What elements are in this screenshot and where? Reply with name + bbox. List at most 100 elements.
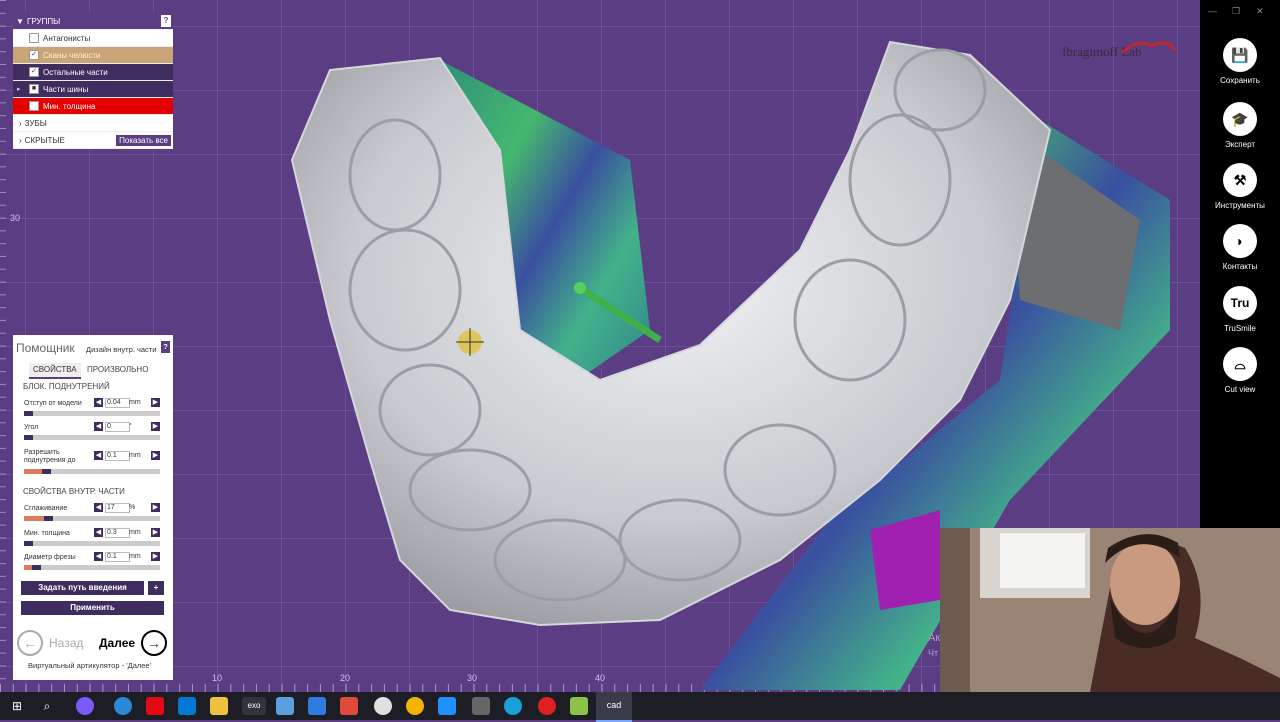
tool-save[interactable]: 💾 Сохранить (1200, 38, 1280, 85)
group-item-label: Части шины (43, 84, 89, 94)
chrome-icon[interactable] (406, 697, 424, 715)
checkbox[interactable] (29, 33, 39, 43)
chevron-right-icon[interactable]: ▶ (151, 528, 160, 537)
teeth-section[interactable]: › ЗУБЫ (13, 115, 173, 132)
param-slider[interactable] (24, 435, 160, 440)
param-unit: mm (129, 399, 141, 406)
app-icon[interactable] (438, 697, 456, 715)
group-item-splint-parts[interactable]: ▸ ■ Части шины (13, 81, 173, 98)
edge-icon[interactable] (504, 697, 522, 715)
helper-title: Помощник (16, 341, 75, 355)
set-insertion-path-button[interactable]: Задать путь введения (21, 581, 144, 595)
param-slider[interactable] (24, 411, 160, 416)
param-unit: % (129, 504, 136, 511)
hidden-section[interactable]: › СКРЫТЫЕ Показать все (13, 132, 173, 149)
checkbox-checked[interactable]: ✓ (29, 50, 39, 60)
checkbox-checked[interactable]: ✓ (29, 67, 39, 77)
taskbar-cad-active[interactable]: cad (596, 692, 632, 722)
chevron-left-icon[interactable]: ◀ (94, 528, 103, 537)
chevron-left-icon[interactable]: ◀ (94, 552, 103, 561)
param-value-input[interactable]: 17 (105, 503, 130, 513)
webcam-video (940, 528, 1280, 692)
param-smoothing: Сглаживание ◀ 17 % ▶ (24, 503, 164, 529)
calculator-icon[interactable] (472, 697, 490, 715)
tab-properties[interactable]: СВОЙСТВА (29, 363, 81, 379)
param-unit: mm (129, 529, 141, 536)
group-item-min-thickness[interactable]: Мин. толщина (13, 98, 173, 115)
param-slider[interactable] (24, 516, 160, 521)
tool-instruments[interactable]: ⚒ Инструменты (1200, 163, 1280, 210)
exo-app-icon[interactable]: exo (242, 697, 266, 715)
param-value-input[interactable]: 0.1 (105, 451, 130, 461)
param-value-input[interactable]: 0.3 (105, 528, 130, 538)
param-label: Отступ от модели (24, 400, 82, 407)
taskbar: ⊞ ⌕ exo cad (0, 692, 1280, 722)
show-all-button[interactable]: Показать все (116, 134, 171, 146)
yandex-icon[interactable] (538, 697, 556, 715)
param-unit: ° (129, 423, 132, 430)
checkbox-partial[interactable]: ■ (29, 84, 39, 94)
checkbox[interactable] (29, 101, 39, 111)
help-button[interactable]: ? (161, 15, 171, 27)
group-item-label: Сканы челюсти (43, 50, 101, 60)
groups-title: ГРУППЫ (27, 16, 61, 26)
param-slider[interactable] (24, 541, 160, 546)
groups-header[interactable]: ▼ ГРУППЫ ? (13, 13, 173, 30)
chevron-right-icon[interactable]: ▶ (151, 422, 160, 431)
chevron-left-icon[interactable]: ◀ (94, 422, 103, 431)
param-label: Мин. толщина (24, 530, 70, 537)
chevron-right-icon[interactable]: ▸ (17, 85, 29, 93)
param-label: Диаметр фрезы (24, 554, 76, 561)
minimize-icon[interactable]: — (1208, 6, 1217, 16)
netflix-icon[interactable] (146, 697, 164, 715)
photos-icon[interactable] (340, 697, 358, 715)
windows-start-icon[interactable]: ⊞ (8, 697, 26, 715)
param-angle: Угол ◀ 0 ° ▶ (24, 422, 164, 448)
next-button[interactable]: Далее → (99, 630, 168, 656)
cortana-icon[interactable] (76, 697, 94, 715)
search-icon[interactable]: ⌕ (38, 697, 56, 715)
group-item-other-parts[interactable]: ✓ Остальные части (13, 64, 173, 81)
app-icon[interactable] (308, 697, 326, 715)
param-offset: Отступ от модели ◀ 0.04 mm ▶ (24, 398, 164, 424)
tab-freeform[interactable]: ПРОИЗВОЛЬНО (83, 363, 152, 377)
apply-button[interactable]: Применить (21, 601, 164, 615)
section-inner-part-properties: СВОЙСТВА ВНУТР. ЧАСТИ (23, 487, 125, 496)
chevron-right-icon[interactable]: ▶ (151, 552, 160, 561)
tool-label: Сохранить (1220, 76, 1260, 85)
param-value-input[interactable]: 0.04 (105, 398, 130, 408)
mail-icon[interactable] (178, 697, 196, 715)
chevron-left-icon[interactable]: ◀ (94, 503, 103, 512)
chevron-right-icon[interactable]: ▶ (151, 451, 160, 460)
restore-icon[interactable]: ❐ (1232, 6, 1240, 17)
tool-label: Эксперт (1224, 140, 1256, 149)
app-icon[interactable] (570, 697, 588, 715)
close-icon[interactable]: ✕ (1256, 6, 1264, 17)
chevron-right-icon[interactable]: ▶ (151, 398, 160, 407)
tool-contacts[interactable]: ◗ Контакты (1200, 224, 1280, 271)
back-button[interactable]: ← Назад (17, 630, 83, 656)
tool-trusmile[interactable]: Tru TruSmile (1200, 286, 1280, 333)
chevron-left-icon[interactable]: ◀ (94, 398, 103, 407)
param-value-input[interactable]: 0.1 (105, 552, 130, 562)
tool-label: TruSmile (1224, 324, 1256, 333)
app-icon[interactable] (114, 697, 132, 715)
help-button[interactable]: ? (161, 341, 170, 353)
app-icon[interactable] (276, 697, 294, 715)
group-item-jaw-scans[interactable]: ✓ Сканы челюсти (13, 47, 173, 64)
hidden-label: СКРЫТЫЕ (24, 135, 65, 145)
cut-view-icon: ⌓ (1223, 347, 1257, 381)
right-toolbar: — ❐ ✕ 💾 Сохранить 🎓 Эксперт ⚒ Инструмент… (1200, 0, 1280, 528)
group-item-antagonists[interactable]: Антагонисты (13, 30, 173, 47)
music-icon[interactable] (374, 697, 392, 715)
chevron-right-icon[interactable]: ▶ (151, 503, 160, 512)
tool-cut-view[interactable]: ⌓ Cut view (1200, 347, 1280, 394)
param-slider[interactable] (24, 469, 160, 474)
tool-expert[interactable]: 🎓 Эксперт (1200, 102, 1280, 149)
add-icon[interactable]: + (148, 581, 164, 595)
param-slider[interactable] (24, 565, 160, 570)
chevron-left-icon[interactable]: ◀ (94, 451, 103, 460)
param-value-input[interactable]: 0 (105, 422, 130, 432)
teeth-label: ЗУБЫ (24, 118, 47, 128)
file-explorer-icon[interactable] (210, 697, 228, 715)
